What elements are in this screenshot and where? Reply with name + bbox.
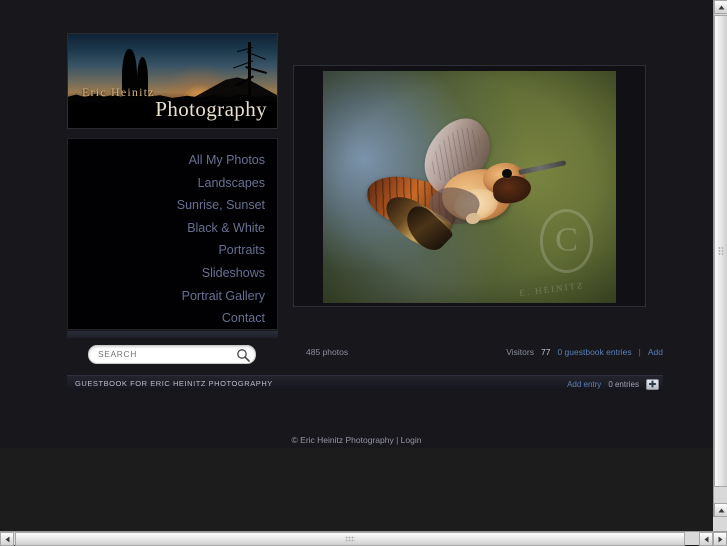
photo-vignette — [323, 71, 616, 303]
nav-list-item: Portraits — [68, 239, 277, 262]
footer-copyright: © Eric Heinitz Photography | — [291, 435, 399, 445]
guestbook-actions: Add entry 0 entries — [567, 376, 659, 392]
vertical-scrollbar-thumb[interactable] — [714, 15, 727, 487]
sidebar-item-contact[interactable]: Contact — [68, 307, 277, 330]
site-footer: © Eric Heinitz Photography | Login — [0, 435, 713, 445]
nav-panel-underbar — [67, 331, 278, 338]
vertical-scrollbar[interactable] — [713, 0, 727, 531]
guestbook-bar: GUESTBOOK FOR ERIC HEINITZ PHOTOGRAPHY A… — [67, 375, 663, 391]
sidebar-item-all-my-photos[interactable]: All My Photos — [68, 149, 277, 172]
visitors-count: 77 — [540, 347, 551, 357]
add-guestbook-entry-link[interactable]: Add — [648, 347, 663, 357]
triangle-right-icon[interactable] — [713, 532, 727, 546]
info-separator: | — [638, 347, 641, 357]
scrollbar-corner — [713, 517, 727, 531]
triangle-left-icon[interactable] — [699, 532, 713, 546]
nav-list-item: Black & White — [68, 217, 277, 240]
triangle-up-icon[interactable] — [714, 0, 727, 14]
sidebar-item-portraits[interactable]: Portraits — [68, 239, 277, 262]
page-canvas: Eric Heinitz Photography All My Photos L… — [0, 0, 713, 448]
nav-list-item: Sunrise, Sunset — [68, 194, 277, 217]
search-icon[interactable] — [236, 348, 251, 363]
footer-login-link[interactable]: Login — [401, 435, 422, 445]
nav-list-item: Landscapes — [68, 172, 277, 195]
guestbook-entries-link[interactable]: 0 guestbook entries — [557, 347, 631, 357]
header-author-name: Eric Heinitz — [82, 85, 155, 99]
site-header-banner[interactable]: Eric Heinitz Photography — [67, 33, 278, 129]
sidebar-item-portrait-gallery[interactable]: Portrait Gallery — [68, 285, 277, 308]
triangle-left-icon[interactable] — [0, 532, 14, 546]
guestbook-title: GUESTBOOK FOR ERIC HEINITZ PHOTOGRAPHY — [75, 379, 273, 388]
sidebar-item-black-and-white[interactable]: Black & White — [68, 217, 277, 240]
horizontal-scrollbar-thumb[interactable] — [15, 532, 685, 546]
nav-list-item: All My Photos — [68, 149, 277, 172]
header-site-title: Photography — [155, 97, 267, 121]
guestbook-entries-count: 0 entries — [608, 379, 639, 389]
search-box[interactable] — [88, 345, 256, 364]
visitors-label: Visitors — [506, 347, 534, 357]
featured-photo-hummingbird[interactable]: E. HEINITZ — [323, 71, 616, 303]
nav-list-item: Contact — [68, 307, 277, 330]
photo-count-label: 485 photos — [306, 347, 349, 357]
nav-list-item: Slideshows — [68, 262, 277, 285]
nav-list-item: Portrait Gallery — [68, 285, 277, 308]
add-entry-button[interactable]: Add entry — [567, 380, 601, 389]
sidebar-item-landscapes[interactable]: Landscapes — [68, 172, 277, 195]
browser-viewport: Eric Heinitz Photography All My Photos L… — [0, 0, 727, 546]
nav-list: All My Photos Landscapes Sunrise, Sunset… — [68, 139, 277, 330]
plus-icon[interactable] — [646, 378, 659, 390]
triangle-up-icon[interactable] — [714, 503, 727, 517]
scrollbar-grip — [345, 536, 355, 542]
main-navigation-panel: All My Photos Landscapes Sunrise, Sunset… — [67, 138, 278, 330]
sidebar-item-slideshows[interactable]: Slideshows — [68, 262, 277, 285]
search-input[interactable] — [98, 346, 226, 363]
scrollbar-grip — [718, 246, 724, 256]
info-right-group: Visitors 77 0 guestbook entries | Add — [506, 347, 663, 357]
sidebar-item-sunrise-sunset[interactable]: Sunrise, Sunset — [68, 194, 277, 217]
horizontal-scrollbar[interactable] — [0, 531, 727, 546]
search-container — [88, 345, 256, 364]
gallery-info-row: 485 photos Visitors 77 0 guestbook entri… — [293, 347, 663, 361]
featured-photo-frame[interactable]: E. HEINITZ — [293, 65, 646, 307]
